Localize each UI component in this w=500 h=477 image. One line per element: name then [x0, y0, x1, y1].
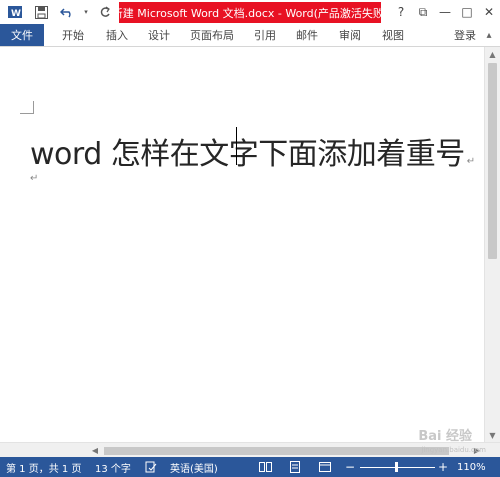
paragraph-mark: ↵ — [466, 156, 475, 167]
zoom-out-button[interactable]: − — [345, 457, 355, 477]
undo-dropdown-icon[interactable]: ▾ — [82, 2, 90, 22]
document-heading[interactable]: word 怎样在文字下面添加着重号 ↵ — [30, 129, 475, 173]
baidu-watermark-url: jingyan.baidu.com — [421, 446, 486, 454]
print-layout-icon[interactable] — [288, 460, 302, 474]
tab-view[interactable]: 视图 — [382, 24, 404, 46]
zoom-in-button[interactable]: + — [438, 457, 448, 477]
vertical-scrollbar[interactable]: ▲ ▼ — [484, 47, 500, 442]
scroll-left-icon[interactable]: ◀ — [88, 443, 102, 458]
minimize-button[interactable]: — — [434, 0, 456, 24]
document-area[interactable]: word 怎样在文字下面添加着重号 ↵ ↵ — [0, 47, 485, 442]
empty-paragraph-mark: ↵ — [30, 173, 39, 184]
tab-review[interactable]: 审阅 — [339, 24, 361, 46]
help-button[interactable]: ? — [390, 0, 412, 24]
chevron-up-icon[interactable]: ▴ — [482, 28, 496, 42]
tab-home[interactable]: 开始 — [62, 24, 84, 46]
read-mode-icon[interactable] — [258, 460, 272, 474]
save-icon[interactable] — [30, 2, 52, 22]
tab-page-layout[interactable]: 页面布局 — [190, 24, 234, 46]
window-controls: ? ⧉ — □ ✕ — [390, 0, 500, 24]
zoom-level[interactable]: 110% — [457, 457, 486, 477]
maximize-button[interactable]: □ — [456, 0, 478, 24]
page-corner-mark — [20, 101, 34, 114]
heading-text: word 怎样在文字下面添加着重号 — [30, 137, 465, 172]
horizontal-scroll-thumb[interactable] — [104, 447, 449, 455]
page-count[interactable]: 第 1 页，共 1 页 — [6, 457, 81, 477]
language-indicator[interactable]: 英语(美国) — [170, 457, 218, 477]
status-bar: 第 1 页，共 1 页 13 个字 英语(美国) − + 110% — [0, 457, 500, 477]
ribbon-tabs: 文件 开始 插入 设计 页面布局 引用 邮件 审阅 视图 登录 ▴ — [0, 24, 500, 47]
web-layout-icon[interactable] — [318, 460, 332, 474]
tab-references[interactable]: 引用 — [254, 24, 276, 46]
tab-design[interactable]: 设计 — [148, 24, 170, 46]
scroll-down-icon[interactable]: ▼ — [485, 428, 500, 442]
word-icon[interactable]: W — [4, 2, 26, 22]
ribbon-display-options-button[interactable]: ⧉ — [412, 0, 434, 24]
sign-in-link[interactable]: 登录 — [454, 24, 476, 46]
word-count[interactable]: 13 个字 — [95, 457, 131, 477]
scroll-up-icon[interactable]: ▲ — [485, 47, 500, 61]
baidu-watermark: Bai 经验 — [418, 429, 472, 444]
undo-icon[interactable] — [56, 2, 78, 22]
zoom-slider-thumb[interactable] — [395, 462, 398, 472]
vertical-scroll-thumb[interactable] — [488, 63, 497, 259]
tab-mailings[interactable]: 邮件 — [296, 24, 318, 46]
title-bar: W ▾ ▾ 新建 Microsoft Word 文档.docx - Word(产… — [0, 0, 500, 24]
window-title: 新建 Microsoft Word 文档.docx - Word(产品激活失败) — [112, 2, 388, 23]
tab-insert[interactable]: 插入 — [106, 24, 128, 46]
tab-file[interactable]: 文件 — [0, 24, 44, 46]
text-cursor — [236, 127, 237, 165]
proofing-icon[interactable] — [144, 460, 158, 474]
close-button[interactable]: ✕ — [478, 0, 500, 24]
svg-text:W: W — [11, 9, 21, 19]
